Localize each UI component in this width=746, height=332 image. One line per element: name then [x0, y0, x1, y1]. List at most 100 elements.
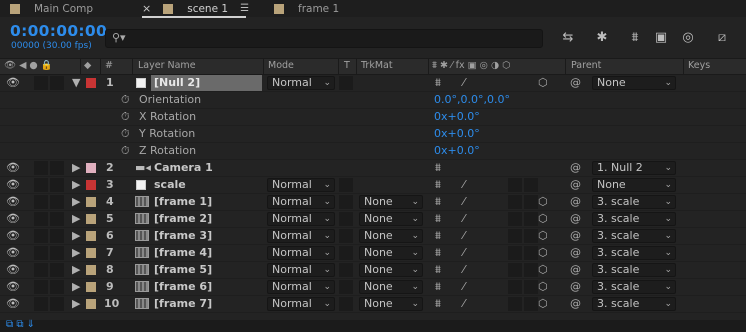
pickwhip-icon[interactable]: @ [570, 76, 581, 89]
motion-blur-icon[interactable]: ◎ [679, 30, 697, 46]
search-input[interactable]: ⚲▾ [105, 29, 543, 48]
mode-dropdown[interactable]: Normal ⌄ [267, 229, 335, 243]
quality-switch-icon[interactable]: ⁄ [463, 212, 465, 225]
stopwatch-icon[interactable]: ⏱ [121, 93, 130, 107]
quality-switch-icon[interactable]: ⁄ [463, 178, 465, 191]
pickwhip-icon[interactable]: @ [570, 229, 581, 242]
stopwatch-icon[interactable]: ⏱ [121, 110, 130, 124]
pickwhip-icon[interactable]: @ [570, 212, 581, 225]
pickwhip-icon[interactable]: @ [570, 280, 581, 293]
property-row-y-rotation[interactable]: ⏱ Y Rotation 0x+0.0° [0, 126, 746, 143]
quality-switch-icon[interactable]: ⁄ [463, 76, 465, 89]
parent-dropdown[interactable]: 3. scale ⌄ [592, 263, 676, 277]
shy-switch-icon[interactable]: ⩩ [435, 246, 441, 260]
layer-row-frame[interactable]: 👁 ▶ 6 [frame 3] Normal ⌄ None ⌄ ⩩ ⁄ ⬡ @ 3.… [0, 228, 746, 245]
expand-triangle-icon[interactable]: ▶ [72, 246, 80, 259]
tab-frame-1[interactable]: frame 1 [274, 0, 339, 17]
tab-scene-1[interactable]: × scene 1 ☰ [142, 0, 249, 17]
quality-switch-icon[interactable]: ⁄ [463, 297, 465, 310]
label-color-swatch[interactable] [86, 197, 96, 207]
3d-layer-switch-icon[interactable]: ⬡ [538, 229, 548, 242]
shy-switch-icon[interactable]: ⩩ [435, 229, 441, 243]
label-color-swatch[interactable] [86, 163, 96, 173]
visibility-eye-icon[interactable]: 👁 [6, 76, 20, 89]
mode-dropdown[interactable]: Normal ⌄ [267, 246, 335, 260]
expand-triangle-icon[interactable]: ▶ [72, 195, 80, 208]
shy-switch-icon[interactable]: ⩩ [435, 195, 441, 209]
layer-name[interactable]: [frame 3] [154, 229, 212, 242]
layer-name[interactable]: [frame 2] [154, 212, 212, 225]
label-color-swatch[interactable] [86, 231, 96, 241]
current-time-display[interactable]: 0:00:00:00 [10, 22, 107, 40]
3d-layer-switch-icon[interactable]: ⬡ [538, 263, 548, 276]
visibility-eye-icon[interactable]: 👁 [6, 212, 20, 225]
pickwhip-icon[interactable]: @ [570, 195, 581, 208]
shy-switch-icon[interactable]: ⩩ [435, 297, 441, 311]
expand-triangle-icon[interactable]: ▶ [72, 212, 80, 225]
label-color-swatch[interactable] [86, 265, 96, 275]
expand-triangle-icon[interactable]: ▶ [72, 263, 80, 276]
shy-switch-icon[interactable]: ⩩ [435, 178, 441, 192]
property-value[interactable]: 0x+0.0° [434, 127, 480, 140]
trkmat-dropdown[interactable]: None ⌄ [359, 297, 423, 311]
trkmat-dropdown[interactable]: None ⌄ [359, 195, 423, 209]
parent-dropdown[interactable]: 3. scale ⌄ [592, 280, 676, 294]
expand-triangle-icon[interactable]: ▶ [72, 229, 80, 242]
layer-name-column-header[interactable]: Layer Name [138, 60, 196, 71]
layer-name[interactable]: [frame 4] [154, 246, 212, 259]
toggle-switches-icon[interactable]: ⧉ ⧉ ⇓ [6, 319, 35, 330]
visibility-eye-icon[interactable]: 👁 [6, 297, 20, 310]
trkmat-dropdown[interactable]: None ⌄ [359, 280, 423, 294]
layer-name[interactable]: [frame 7] [154, 297, 212, 310]
layer-name[interactable]: [frame 6] [154, 280, 212, 293]
property-value[interactable]: 0.0°,0.0°,0.0° [434, 93, 510, 106]
mode-dropdown[interactable]: Normal ⌄ [267, 178, 335, 192]
stopwatch-icon[interactable]: ⏱ [121, 127, 130, 141]
mode-dropdown[interactable]: Normal ⌄ [267, 263, 335, 277]
parent-dropdown[interactable]: 3. scale ⌄ [592, 212, 676, 226]
3d-layer-switch-icon[interactable]: ⬡ [538, 212, 548, 225]
quality-switch-icon[interactable]: ⁄ [463, 229, 465, 242]
parent-dropdown[interactable]: 3. scale ⌄ [592, 246, 676, 260]
layer-name[interactable]: [frame 1] [154, 195, 212, 208]
label-color-swatch[interactable] [86, 180, 96, 190]
parent-column-header[interactable]: Parent [571, 60, 601, 71]
visibility-eye-icon[interactable]: 👁 [6, 280, 20, 293]
3d-layer-switch-icon[interactable]: ⬡ [538, 76, 548, 89]
visibility-eye-icon[interactable]: 👁 [6, 246, 20, 259]
3d-layer-switch-icon[interactable]: ⬡ [538, 297, 548, 310]
layer-row-scale[interactable]: 👁 ▶ 3 scale Normal ⌄ ⩩ ⁄ @ None ⌄ [0, 177, 746, 194]
layer-row-null-2[interactable]: 👁 ▼ 1 [Null 2] Normal ⌄ ⩩ ⁄ ⬡ @ None ⌄ [0, 75, 746, 92]
num-column-header[interactable]: # [105, 60, 113, 71]
label-color-swatch[interactable] [86, 214, 96, 224]
parent-dropdown[interactable]: None ⌄ [592, 178, 676, 192]
visibility-eye-icon[interactable]: 👁 [6, 229, 20, 242]
visibility-eye-icon[interactable]: 👁 [6, 178, 20, 191]
mode-dropdown[interactable]: Normal ⌄ [267, 297, 335, 311]
shy-switch-icon[interactable]: ⩩ [435, 280, 441, 294]
tab-menu-icon[interactable]: ☰ [240, 3, 249, 14]
mode-dropdown[interactable]: Normal ⌄ [267, 212, 335, 226]
mode-dropdown[interactable]: Normal ⌄ [267, 76, 335, 90]
quality-switch-icon[interactable]: ⁄ [463, 263, 465, 276]
mode-column-header[interactable]: Mode [268, 60, 294, 71]
3d-layer-switch-icon[interactable]: ⬡ [538, 195, 548, 208]
layer-name[interactable]: Camera 1 [154, 161, 213, 174]
visibility-eye-icon[interactable]: 👁 [6, 161, 20, 174]
3d-layer-switch-icon[interactable]: ⬡ [538, 280, 548, 293]
comp-flowchart-icon[interactable]: ⇆ [559, 30, 577, 46]
pickwhip-icon[interactable]: @ [570, 161, 581, 174]
visibility-eye-icon[interactable]: 👁 [6, 195, 20, 208]
layer-row-frame[interactable]: 👁 ▶ 9 [frame 6] Normal ⌄ None ⌄ ⩩ ⁄ ⬡ @ 3.… [0, 279, 746, 296]
label-color-swatch[interactable] [86, 282, 96, 292]
layer-row-frame[interactable]: 👁 ▶ 4 [frame 1] Normal ⌄ None ⌄ ⩩ ⁄ ⬡ @ 3.… [0, 194, 746, 211]
property-row-z-rotation[interactable]: ⏱ Z Rotation 0x+0.0° [0, 143, 746, 160]
parent-dropdown[interactable]: 3. scale ⌄ [592, 195, 676, 209]
graph-editor-icon[interactable]: ⧄ [713, 30, 731, 46]
layer-row-frame[interactable]: 👁 ▶ 10 [frame 7] Normal ⌄ None ⌄ ⩩ ⁄ ⬡ @ 3… [0, 296, 746, 313]
layer-row-camera-1[interactable]: 👁 ▶ 2 ▬◂ Camera 1 ⩩ @ 1. Null 2 ⌄ [0, 160, 746, 177]
parent-dropdown[interactable]: 3. scale ⌄ [592, 297, 676, 311]
frame-blending-icon[interactable]: ▣ [652, 30, 670, 46]
layer-name[interactable]: [Null 2] [151, 75, 262, 91]
property-row-orientation[interactable]: ⏱ Orientation 0.0°,0.0°,0.0° [0, 92, 746, 109]
